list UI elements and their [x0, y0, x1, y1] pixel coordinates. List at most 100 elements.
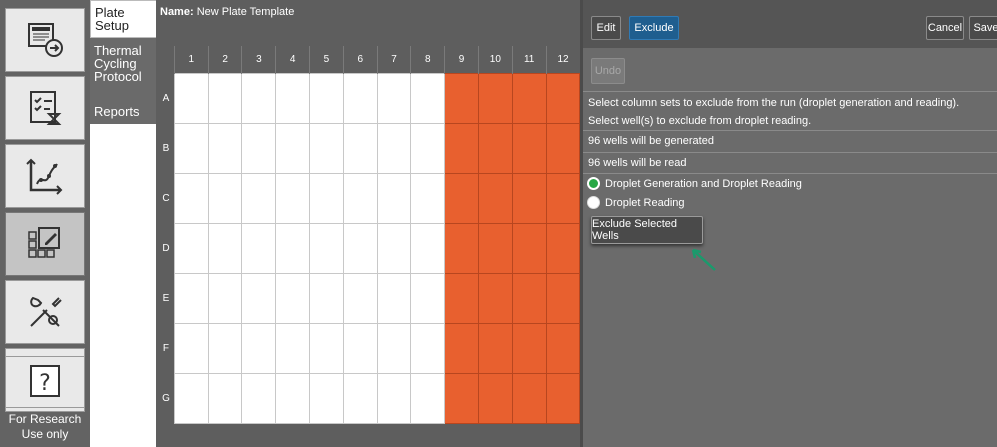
row-header[interactable]: G: [158, 373, 175, 424]
plate-edit-icon[interactable]: [5, 212, 85, 276]
exclude-button[interactable]: Exclude: [629, 16, 679, 40]
plate-well[interactable]: [207, 373, 243, 424]
plate-well[interactable]: [241, 223, 277, 274]
plate-well[interactable]: [477, 173, 513, 224]
plate-well[interactable]: [444, 173, 479, 224]
plate-well[interactable]: [309, 373, 344, 424]
plate-well[interactable]: [410, 373, 446, 424]
column-header[interactable]: 10: [477, 46, 513, 74]
plate-well[interactable]: [309, 223, 344, 274]
column-header[interactable]: 3: [241, 46, 276, 74]
chart-icon[interactable]: [5, 144, 85, 208]
plate-well[interactable]: [545, 273, 581, 324]
column-header[interactable]: 6: [342, 46, 378, 74]
save-button[interactable]: Save: [969, 16, 997, 40]
radio-droplet-reading[interactable]: [587, 196, 600, 209]
cancel-button[interactable]: Cancel: [926, 16, 964, 40]
plate-well[interactable]: [511, 273, 547, 324]
plate-well[interactable]: [173, 373, 209, 424]
plate-well[interactable]: [309, 73, 344, 124]
plate-well[interactable]: [410, 223, 446, 274]
plate-well[interactable]: [342, 173, 378, 224]
plate-well[interactable]: [309, 273, 344, 324]
plate-well[interactable]: [545, 73, 581, 124]
plate-well[interactable]: [173, 173, 209, 224]
plate-well[interactable]: [309, 323, 344, 374]
plate-well[interactable]: [275, 73, 311, 124]
plate-well[interactable]: [275, 223, 311, 274]
plate-well[interactable]: [376, 373, 412, 424]
column-header[interactable]: 9: [444, 46, 479, 74]
plate-well[interactable]: [477, 273, 513, 324]
plate-well[interactable]: [207, 273, 243, 324]
column-header[interactable]: 7: [376, 46, 411, 74]
plate-well[interactable]: [342, 123, 378, 174]
plate-well[interactable]: [376, 173, 412, 224]
plate-well[interactable]: [545, 173, 581, 224]
help-icon[interactable]: ?: [5, 356, 85, 408]
plate-well[interactable]: [477, 223, 513, 274]
plate-well[interactable]: [275, 173, 311, 224]
plate-well[interactable]: [173, 273, 209, 324]
plate-well[interactable]: [241, 273, 277, 324]
undo-button[interactable]: Undo: [591, 58, 625, 84]
plate-well[interactable]: [410, 123, 446, 174]
plate-well[interactable]: [410, 173, 446, 224]
plate-well[interactable]: [376, 223, 412, 274]
plate-well[interactable]: [410, 273, 446, 324]
column-header[interactable]: 8: [410, 46, 445, 74]
plate-well[interactable]: [342, 223, 378, 274]
checklist-timer-icon[interactable]: [5, 76, 85, 140]
row-header[interactable]: B: [158, 123, 175, 174]
plate-well[interactable]: [309, 173, 344, 224]
plate-well[interactable]: [207, 323, 243, 374]
row-header[interactable]: A: [158, 73, 175, 124]
plate-well[interactable]: [376, 273, 412, 324]
plate-well[interactable]: [545, 123, 581, 174]
column-header[interactable]: 12: [545, 46, 580, 74]
plate-well[interactable]: [444, 323, 479, 374]
plate-well[interactable]: [241, 373, 277, 424]
plate-well[interactable]: [477, 373, 513, 424]
plate-well[interactable]: [173, 223, 209, 274]
plate-well[interactable]: [342, 373, 378, 424]
plate-well[interactable]: [477, 123, 513, 174]
plate-well[interactable]: [207, 73, 243, 124]
nav-reports[interactable]: Reports: [90, 98, 156, 124]
exclude-selected-wells-button[interactable]: Exclude Selected Wells: [591, 216, 703, 244]
plate-well[interactable]: [241, 73, 277, 124]
plate-well[interactable]: [376, 123, 412, 174]
plate-well[interactable]: [376, 73, 412, 124]
plate-well[interactable]: [444, 273, 479, 324]
row-header[interactable]: D: [158, 223, 175, 274]
plate-well[interactable]: [511, 123, 547, 174]
plate-well[interactable]: [173, 323, 209, 374]
plate-well[interactable]: [275, 273, 311, 324]
plate-well[interactable]: [444, 223, 479, 274]
tools-icon[interactable]: [5, 280, 85, 344]
radio-droplet-generation-reading[interactable]: [587, 177, 600, 190]
column-header[interactable]: 1: [173, 46, 209, 74]
plate-well[interactable]: [511, 323, 547, 374]
nav-plate-setup[interactable]: Plate Setup: [90, 0, 156, 38]
column-header[interactable]: 4: [275, 46, 310, 74]
column-header[interactable]: 11: [511, 46, 547, 74]
column-header[interactable]: 5: [309, 46, 344, 74]
plate-well[interactable]: [477, 323, 513, 374]
plate-well[interactable]: [545, 373, 581, 424]
plate-well[interactable]: [376, 323, 412, 374]
plate-well[interactable]: [444, 373, 479, 424]
plate-well[interactable]: [545, 323, 581, 374]
plate-well[interactable]: [511, 373, 547, 424]
plate-well[interactable]: [444, 123, 479, 174]
plate-well[interactable]: [477, 73, 513, 124]
plate-well[interactable]: [207, 123, 243, 174]
plate-well[interactable]: [545, 223, 581, 274]
column-header[interactable]: 2: [207, 46, 242, 74]
plate-well[interactable]: [342, 273, 378, 324]
plate-well[interactable]: [511, 223, 547, 274]
plate-well[interactable]: [241, 173, 277, 224]
plate-well[interactable]: [410, 73, 446, 124]
plate-well[interactable]: [207, 173, 243, 224]
plate-well[interactable]: [342, 323, 378, 374]
